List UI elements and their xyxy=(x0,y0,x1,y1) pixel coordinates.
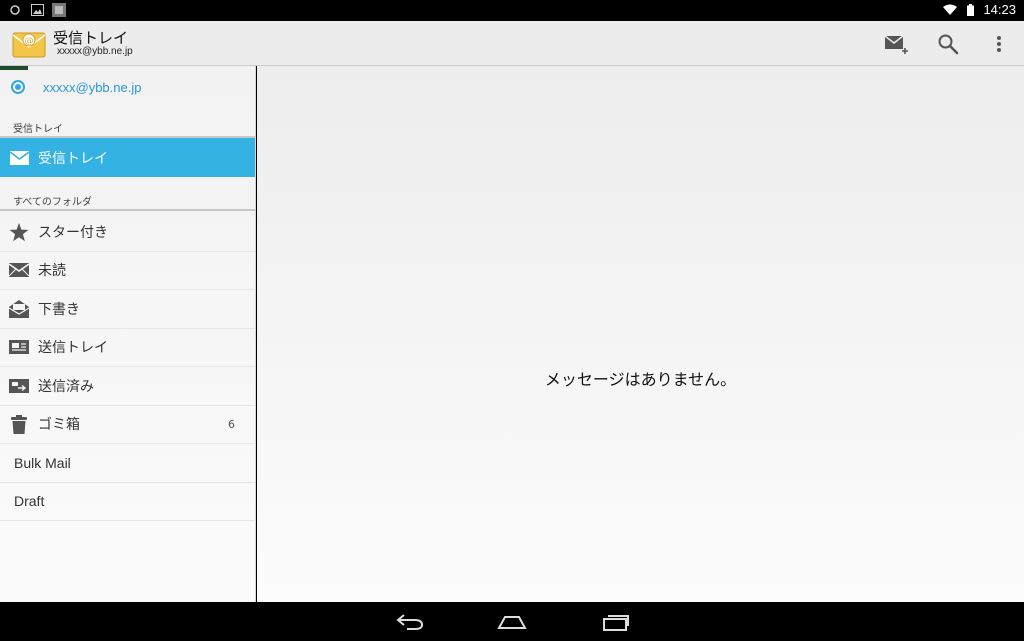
folder-item-sent[interactable]: 送信済み xyxy=(0,367,255,406)
folder-label: 送信済み xyxy=(38,379,94,395)
battery-icon xyxy=(963,3,977,17)
message-list-pane: メッセージはありません。 xyxy=(257,66,1024,602)
email-app-icon[interactable]: @ xyxy=(12,29,46,59)
home-button[interactable] xyxy=(494,610,530,634)
account-item[interactable]: xxxxx@ybb.ne.jp xyxy=(0,70,255,104)
back-button[interactable] xyxy=(392,610,428,634)
trash-count: 6 xyxy=(228,417,235,431)
folder-label: Bulk Mail xyxy=(14,455,71,471)
action-bar-account: xxxxx@ybb.ne.jp xyxy=(57,46,133,57)
sent-icon xyxy=(9,377,29,395)
clock: 14:23 xyxy=(983,2,1016,17)
folder-item-unread[interactable]: 未読 xyxy=(0,251,255,290)
empty-message: メッセージはありません。 xyxy=(544,370,737,389)
navigation-drawer: xxxxx@ybb.ne.jp 受信トレイ 受信トレイ すべてのフォルダ スター… xyxy=(0,66,256,602)
folder-item-starred[interactable]: スター付き xyxy=(0,213,255,252)
action-bar-title: 受信トレイ xyxy=(53,29,129,47)
draft-icon xyxy=(9,300,29,318)
folder-label: Draft xyxy=(14,493,45,509)
account-radio[interactable] xyxy=(11,80,25,94)
folder-label: 下書き xyxy=(38,302,80,318)
folder-item-bulk-mail[interactable]: Bulk Mail xyxy=(0,444,255,483)
section-header-all-folders: すべてのフォルダ xyxy=(0,193,255,211)
gallery-icon xyxy=(30,3,44,17)
wifi-icon xyxy=(943,3,958,17)
folder-item-inbox[interactable]: 受信トレイ xyxy=(0,138,255,177)
back-icon xyxy=(396,614,424,630)
compose-icon xyxy=(884,35,908,54)
folder-item-outbox[interactable]: 送信トレイ xyxy=(0,328,255,367)
search-icon xyxy=(938,34,959,55)
folder-label: ゴミ箱 xyxy=(38,417,80,433)
more-vert-icon xyxy=(997,36,1001,52)
mail-icon xyxy=(9,149,29,167)
folder-item-drafts[interactable]: 下書き xyxy=(0,290,255,329)
system-nav-bar xyxy=(0,602,1024,641)
outbox-icon xyxy=(9,338,29,356)
recent-apps-icon xyxy=(603,615,629,631)
section-header-inbox: 受信トレイ xyxy=(0,120,255,138)
search-button[interactable] xyxy=(933,29,963,59)
svg-text:@: @ xyxy=(25,37,34,47)
home-icon xyxy=(497,616,527,629)
overflow-menu-button[interactable] xyxy=(984,29,1014,59)
account-label: xxxxx@ybb.ne.jp xyxy=(43,79,142,95)
folder-item-draft[interactable]: Draft xyxy=(0,482,255,521)
folder-label: 未読 xyxy=(38,263,66,279)
trash-icon xyxy=(9,414,29,434)
unread-mail-icon xyxy=(9,261,29,279)
compose-button[interactable] xyxy=(882,29,912,59)
recent-apps-button[interactable] xyxy=(598,610,634,634)
action-bar: @ 受信トレイ xxxxx@ybb.ne.jp xyxy=(0,21,1024,66)
folder-label: スター付き xyxy=(38,225,108,241)
folder-label: 受信トレイ xyxy=(38,150,108,167)
star-icon xyxy=(9,222,29,241)
sync-icon xyxy=(8,3,22,17)
screen: 14:23 @ 受信トレイ xxxxx@ybb.ne.jp xxxxx@ybb.… xyxy=(0,0,1024,641)
folder-item-trash[interactable]: ゴミ箱 6 xyxy=(0,405,255,444)
folder-label: 送信トレイ xyxy=(38,340,108,356)
status-bar: 14:23 xyxy=(0,0,1024,21)
app-notification-icon xyxy=(52,3,66,17)
